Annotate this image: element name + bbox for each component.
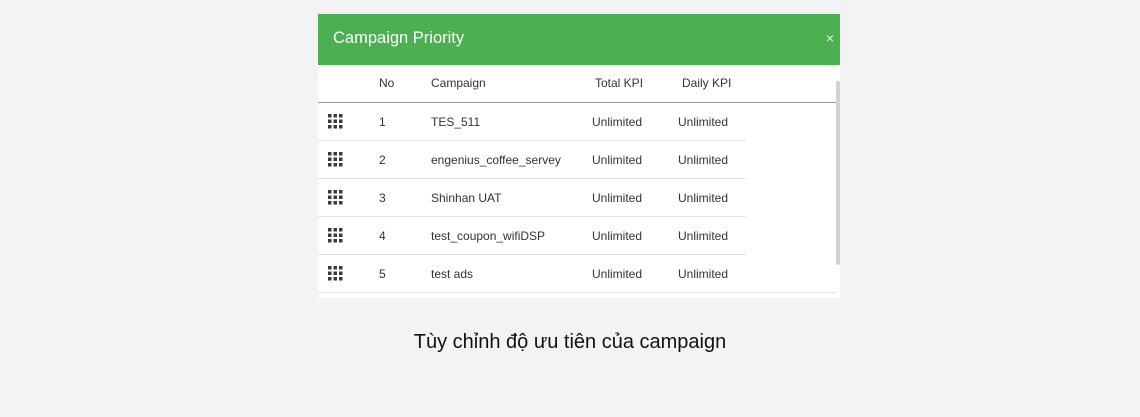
- total-kpi-value: Unlimited: [592, 153, 643, 167]
- column-header-total-kpi: Total KPI: [595, 76, 644, 90]
- row-number: 5: [379, 267, 386, 281]
- caption-text: Tùy chỉnh độ ưu tiên của campaign: [413, 331, 727, 353]
- drag-grid-icon[interactable]: [328, 228, 343, 243]
- column-header-no: No: [379, 76, 395, 90]
- table-row[interactable]: 1 TES_511 Unlimited Unlimited: [318, 103, 746, 141]
- table-row[interactable]: 3 Shinhan UAT Unlimited Unlimited: [318, 179, 746, 217]
- modal-header: Campaign Priority ×: [318, 14, 840, 65]
- row-number: 4: [379, 229, 386, 243]
- total-kpi-value: Unlimited: [592, 115, 643, 129]
- daily-kpi-value: Unlimited: [678, 267, 729, 281]
- drag-grid-icon[interactable]: [328, 266, 343, 281]
- row-number: 1: [379, 115, 386, 129]
- daily-kpi-value: Unlimited: [678, 229, 729, 243]
- daily-kpi-value: Unlimited: [678, 115, 729, 129]
- campaign-name: engenius_coffee_servey: [431, 153, 561, 167]
- vertical-scrollbar[interactable]: [836, 81, 840, 265]
- row-number: 3: [379, 191, 386, 205]
- drag-grid-icon[interactable]: [328, 114, 343, 129]
- campaign-priority-table: No Campaign Total KPI Daily KPI 1 TES_51…: [318, 65, 836, 293]
- campaign-name: test_coupon_wifiDSP: [431, 229, 546, 243]
- column-header-daily-kpi: Daily KPI: [682, 76, 732, 90]
- modal-body: No Campaign Total KPI Daily KPI 1 TES_51…: [318, 65, 840, 298]
- modal-title: Campaign Priority: [333, 29, 465, 47]
- total-kpi-value: Unlimited: [592, 267, 643, 281]
- daily-kpi-value: Unlimited: [678, 191, 729, 205]
- total-kpi-value: Unlimited: [592, 191, 643, 205]
- drag-grid-icon[interactable]: [328, 190, 343, 205]
- total-kpi-value: Unlimited: [592, 229, 643, 243]
- daily-kpi-value: Unlimited: [678, 153, 729, 167]
- campaign-priority-modal: Campaign Priority × No Campaign Total KP…: [318, 14, 840, 298]
- table-header: No Campaign Total KPI Daily KPI: [318, 65, 836, 103]
- drag-grid-icon[interactable]: [328, 152, 343, 167]
- campaign-name: Shinhan UAT: [431, 191, 502, 205]
- column-header-campaign: Campaign: [431, 76, 486, 90]
- close-button[interactable]: ×: [824, 28, 836, 48]
- table-row[interactable]: 2 engenius_coffee_servey Unlimited Unlim…: [318, 141, 746, 179]
- row-number: 2: [379, 153, 386, 167]
- table-row[interactable]: 5 test ads Unlimited Unlimited: [318, 255, 836, 293]
- campaign-name: test ads: [431, 267, 474, 281]
- table-row[interactable]: 4 test_coupon_wifiDSP Unlimited Unlimite…: [318, 217, 746, 255]
- campaign-name: TES_511: [431, 115, 481, 129]
